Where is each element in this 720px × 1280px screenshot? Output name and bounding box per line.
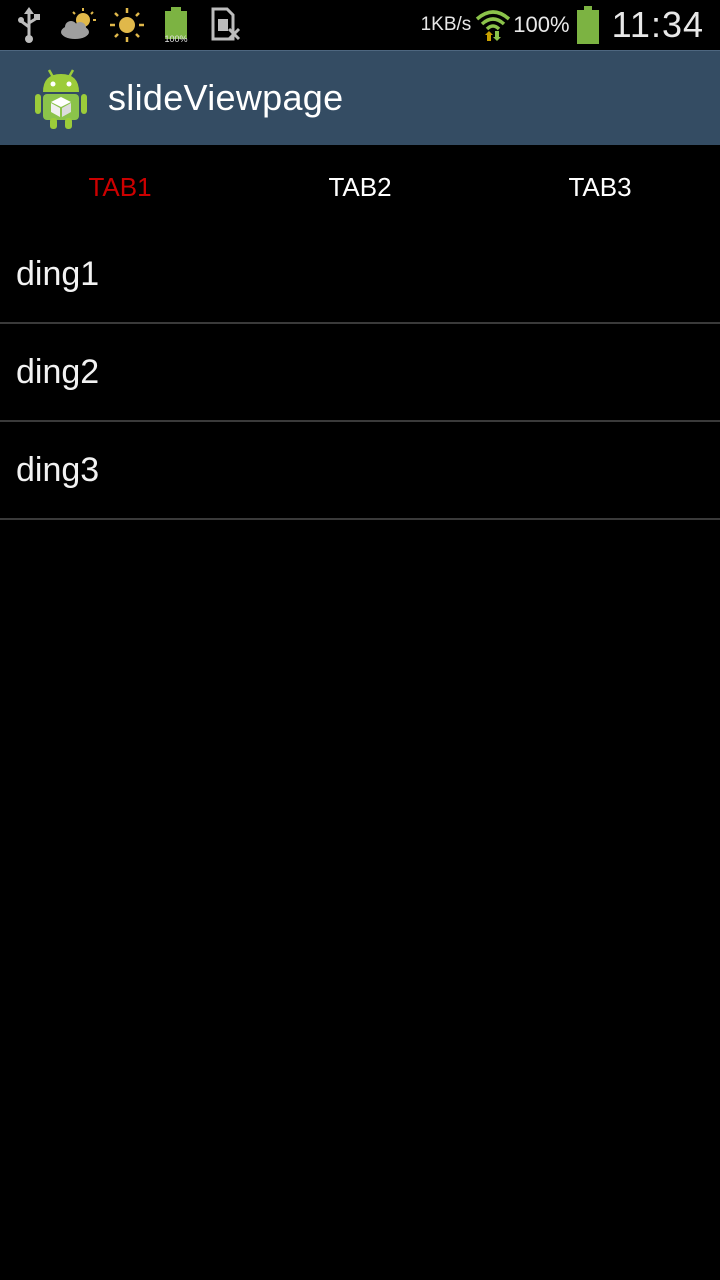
status-bar: 100% 1KB/s 100% 11:34	[0, 0, 720, 50]
list-item[interactable]: ding3	[0, 422, 720, 520]
item-list: ding1 ding2 ding3	[0, 226, 720, 520]
app-title: slideViewpage	[108, 77, 344, 118]
battery-icon-label: 100%	[164, 34, 187, 43]
partly-cloudy-icon	[58, 5, 98, 45]
battery-percent: 100%	[513, 12, 570, 37]
tab-2[interactable]: TAB2	[240, 145, 480, 229]
system-status: 1KB/s 100% 11:34	[421, 0, 720, 50]
list-item[interactable]: ding2	[0, 324, 720, 422]
tab-3[interactable]: TAB3	[480, 145, 720, 229]
list-item[interactable]: ding1	[0, 226, 720, 324]
wifi-icon	[475, 7, 511, 43]
battery-full-icon: 100%	[156, 5, 196, 45]
usb-icon	[9, 5, 49, 45]
clock: 11:34	[611, 4, 704, 45]
network-speed: 1KB/s	[420, 14, 472, 35]
battery-icon	[576, 6, 600, 44]
sun-icon	[107, 5, 147, 45]
tab-1[interactable]: TAB1	[0, 145, 240, 229]
action-bar: slideViewpage	[0, 50, 720, 145]
android-app-icon[interactable]	[31, 66, 91, 130]
tab-bar: TAB1 TAB2 TAB3	[0, 145, 720, 229]
sim-error-icon	[205, 5, 245, 45]
notification-icons: 100%	[0, 0, 245, 50]
